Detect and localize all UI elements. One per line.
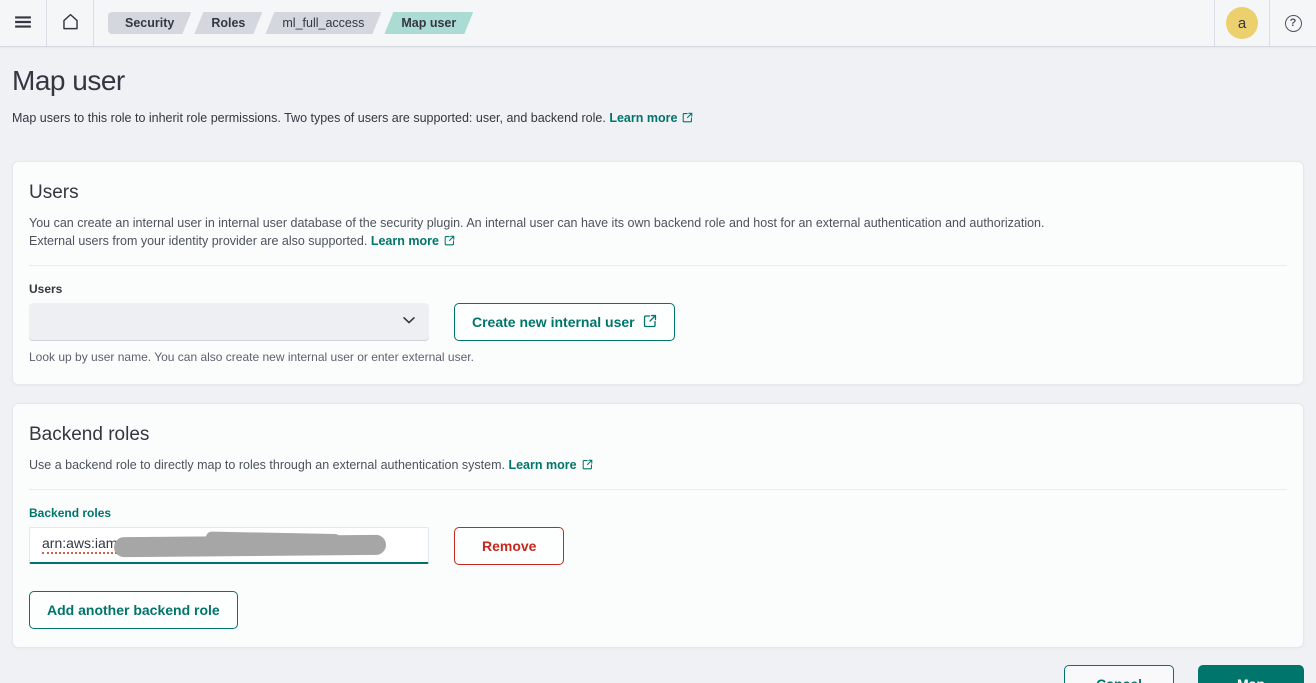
page-footer: Cancel Map bbox=[12, 665, 1304, 683]
external-link-icon bbox=[643, 314, 657, 331]
panel-divider bbox=[29, 265, 1287, 266]
account-button[interactable]: a bbox=[1215, 0, 1269, 46]
users-description-line1: You can create an internal user in inter… bbox=[29, 216, 1045, 230]
menu-toggle-button[interactable] bbox=[0, 0, 46, 46]
backend-roles-field-label: Backend roles bbox=[29, 506, 112, 520]
remove-backend-role-button[interactable]: Remove bbox=[454, 527, 565, 565]
avatar: a bbox=[1226, 7, 1258, 39]
help-button[interactable]: ? bbox=[1270, 0, 1316, 46]
panel-divider bbox=[29, 489, 1287, 490]
breadcrumb-current-map-user: Map user bbox=[384, 12, 473, 34]
page-title: Map user bbox=[12, 65, 125, 96]
breadcrumb-security[interactable]: Security bbox=[108, 12, 191, 34]
external-link-icon bbox=[682, 110, 693, 128]
backend-role-input[interactable]: arn:aws:iam bbox=[29, 527, 429, 564]
backend-roles-panel: Backend roles Use a backend role to dire… bbox=[12, 403, 1304, 648]
backend-form-row: arn:aws:iam Remove bbox=[29, 527, 1287, 565]
users-field-label: Users bbox=[29, 282, 63, 296]
add-backend-role-row: Add another backend role bbox=[29, 591, 1287, 629]
add-backend-role-button[interactable]: Add another backend role bbox=[29, 591, 238, 629]
redaction-scribble bbox=[113, 534, 387, 558]
page-subtitle: Map users to this role to inherit role p… bbox=[12, 109, 1304, 128]
backend-description-text: Use a backend role to directly map to ro… bbox=[29, 458, 505, 472]
backend-panel-description: Use a backend role to directly map to ro… bbox=[29, 456, 1287, 475]
page-header: Map user Map users to this role to inher… bbox=[12, 47, 1304, 128]
users-learn-more-link[interactable]: Learn more bbox=[371, 234, 455, 248]
users-combobox[interactable] bbox=[29, 303, 429, 341]
backend-learn-more-link[interactable]: Learn more bbox=[508, 458, 592, 472]
breadcrumb: Security Roles ml_full_access Map user bbox=[94, 0, 1214, 46]
hamburger-icon bbox=[14, 13, 32, 34]
external-link-icon bbox=[444, 233, 455, 251]
question-circle-icon: ? bbox=[1284, 14, 1302, 32]
page-subtitle-text: Map users to this role to inherit role p… bbox=[12, 111, 606, 125]
users-description-line2: External users from your identity provid… bbox=[29, 234, 368, 248]
users-panel: Users You can create an internal user in… bbox=[12, 161, 1304, 385]
users-form-row: Create new internal user bbox=[29, 303, 1287, 341]
breadcrumb-roles[interactable]: Roles bbox=[194, 12, 262, 34]
users-panel-title: Users bbox=[29, 182, 79, 203]
top-header: Security Roles ml_full_access Map user a… bbox=[0, 0, 1316, 47]
backend-role-input-value: arn:aws:iam bbox=[42, 535, 118, 555]
main-content: Map user Map users to this role to inher… bbox=[0, 47, 1316, 683]
chevron-down-icon bbox=[401, 312, 417, 333]
map-button[interactable]: Map bbox=[1198, 665, 1304, 683]
external-link-icon bbox=[582, 457, 593, 475]
breadcrumb-role-name[interactable]: ml_full_access bbox=[265, 12, 381, 34]
create-internal-user-button[interactable]: Create new internal user bbox=[454, 303, 675, 341]
learn-more-link[interactable]: Learn more bbox=[609, 111, 693, 125]
users-help-text: Look up by user name. You can also creat… bbox=[29, 350, 474, 364]
users-panel-description: You can create an internal user in inter… bbox=[29, 214, 1287, 251]
backend-panel-title: Backend roles bbox=[29, 424, 150, 445]
cancel-button[interactable]: Cancel bbox=[1064, 665, 1174, 683]
home-icon bbox=[61, 12, 80, 34]
home-button[interactable] bbox=[47, 0, 93, 46]
